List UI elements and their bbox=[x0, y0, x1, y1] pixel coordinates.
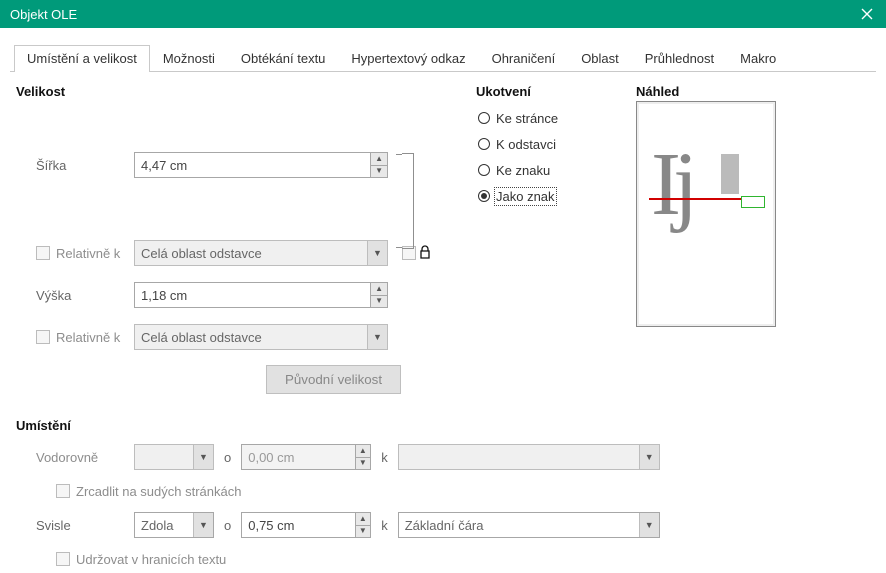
rel-width-label: Relativně k bbox=[56, 246, 120, 261]
window-title: Objekt OLE bbox=[10, 7, 77, 22]
height-field[interactable] bbox=[135, 283, 370, 307]
tab-0[interactable]: Umístění a velikost bbox=[14, 45, 150, 72]
chevron-down-icon: ▼ bbox=[639, 445, 659, 469]
anchor-option-2[interactable]: Ke znaku bbox=[476, 157, 626, 183]
position-heading: Umístění bbox=[16, 418, 870, 433]
radio-icon bbox=[478, 112, 490, 124]
anchor-option-3[interactable]: Jako znak bbox=[476, 183, 626, 209]
lock-icon bbox=[416, 245, 434, 262]
preview-cursor bbox=[741, 196, 765, 208]
rel-width-combo: Celá oblast odstavce ▼ bbox=[134, 240, 388, 266]
spin-down-icon[interactable]: ▼ bbox=[371, 165, 387, 178]
tab-3[interactable]: Hypertextový odkaz bbox=[338, 45, 478, 72]
preview-heading: Náhled bbox=[636, 84, 870, 99]
tab-6[interactable]: Průhlednost bbox=[632, 45, 727, 72]
vert-to-combo[interactable]: Základní čára ▼ bbox=[398, 512, 660, 538]
mirror-label: Zrcadlit na sudých stránkách bbox=[76, 484, 241, 499]
anchor-option-0[interactable]: Ke stránce bbox=[476, 105, 626, 131]
close-icon bbox=[861, 8, 873, 20]
chevron-down-icon[interactable]: ▼ bbox=[193, 513, 213, 537]
tab-7[interactable]: Makro bbox=[727, 45, 789, 72]
spin-up-icon[interactable]: ▲ bbox=[371, 283, 387, 295]
mirror-checkbox bbox=[56, 484, 70, 498]
original-size-button[interactable]: Původní velikost bbox=[266, 365, 401, 394]
horiz-to-label: k bbox=[371, 450, 398, 465]
chevron-down-icon: ▼ bbox=[193, 445, 213, 469]
rel-width-row: Relativně k bbox=[16, 246, 134, 261]
preview-box: Ij bbox=[636, 101, 776, 327]
horiz-to-combo: ▼ bbox=[398, 444, 660, 470]
anchor-label: K odstavci bbox=[496, 137, 556, 152]
tab-panel: Velikost Šířka ▲ ▼ bbox=[10, 72, 876, 573]
width-label: Šířka bbox=[16, 158, 134, 173]
close-button[interactable] bbox=[854, 3, 880, 25]
spin-up-icon[interactable]: ▲ bbox=[371, 153, 387, 165]
spin-down-icon[interactable]: ▼ bbox=[356, 525, 371, 538]
preview-glyphs: Ij bbox=[651, 140, 690, 230]
anchor-label: Jako znak bbox=[496, 189, 555, 204]
tab-strip: Umístění a velikostMožnostiObtékání text… bbox=[10, 44, 876, 72]
rel-height-row: Relativně k bbox=[16, 330, 134, 345]
chevron-down-icon: ▼ bbox=[367, 325, 387, 349]
horiz-label: Vodorovně bbox=[16, 450, 134, 465]
rel-height-checkbox bbox=[36, 330, 50, 344]
vert-at-input[interactable]: ▲▼ bbox=[241, 512, 371, 538]
spin-down-icon[interactable]: ▼ bbox=[371, 295, 387, 308]
tab-1[interactable]: Možnosti bbox=[150, 45, 228, 72]
width-input[interactable]: ▲ ▼ bbox=[134, 152, 388, 178]
tab-2[interactable]: Obtékání textu bbox=[228, 45, 339, 72]
keep-inside-checkbox bbox=[56, 552, 70, 566]
height-spinner[interactable]: ▲ ▼ bbox=[370, 283, 387, 307]
radio-icon bbox=[478, 138, 490, 150]
horiz-at-label: o bbox=[214, 450, 241, 465]
horiz-align-combo: ▼ bbox=[134, 444, 214, 470]
vert-label: Svisle bbox=[16, 518, 134, 533]
tab-5[interactable]: Oblast bbox=[568, 45, 632, 72]
spin-up-icon[interactable]: ▲ bbox=[356, 513, 371, 525]
width-spinner[interactable]: ▲ ▼ bbox=[370, 153, 387, 177]
vert-to-label: k bbox=[371, 518, 398, 533]
vert-at-field[interactable] bbox=[242, 513, 354, 537]
radio-icon bbox=[478, 190, 490, 202]
rel-width-checkbox bbox=[36, 246, 50, 260]
anchor-label: Ke znaku bbox=[496, 163, 550, 178]
radio-icon bbox=[478, 164, 490, 176]
rel-height-combo: Celá oblast odstavce ▼ bbox=[134, 324, 388, 350]
spin-up-icon: ▲ bbox=[356, 445, 371, 457]
keep-inside-label: Udržovat v hranicích textu bbox=[76, 552, 226, 567]
anchor-heading: Ukotvení bbox=[476, 84, 626, 99]
vert-at-label: o bbox=[214, 518, 241, 533]
tab-4[interactable]: Ohraničení bbox=[479, 45, 569, 72]
height-input[interactable]: ▲ ▼ bbox=[134, 282, 388, 308]
titlebar: Objekt OLE bbox=[0, 0, 886, 28]
width-field[interactable] bbox=[135, 153, 370, 177]
anchor-option-1[interactable]: K odstavci bbox=[476, 131, 626, 157]
chevron-down-icon[interactable]: ▼ bbox=[639, 513, 659, 537]
spin-down-icon: ▼ bbox=[356, 457, 371, 470]
size-heading: Velikost bbox=[16, 84, 476, 99]
rel-height-label: Relativně k bbox=[56, 330, 120, 345]
horiz-at-input: ▲▼ bbox=[241, 444, 371, 470]
chevron-down-icon: ▼ bbox=[367, 241, 387, 265]
anchor-label: Ke stránce bbox=[496, 111, 558, 126]
vert-from-combo[interactable]: Zdola ▼ bbox=[134, 512, 214, 538]
horiz-at-field bbox=[242, 445, 354, 469]
preview-object bbox=[721, 154, 739, 194]
height-label: Výška bbox=[16, 288, 134, 303]
